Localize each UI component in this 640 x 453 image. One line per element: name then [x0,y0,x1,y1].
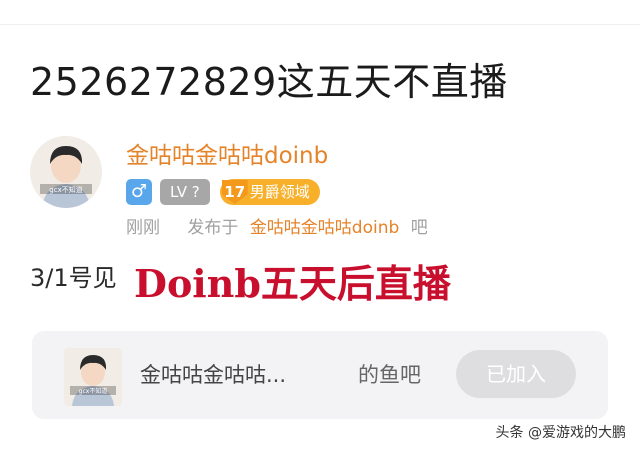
avatar-image: gcx不知道 [30,136,102,208]
post-body: 3/1号见 [30,264,117,292]
author-avatar[interactable]: gcx不知道 [30,136,102,208]
bar-suffix: 吧 [410,218,428,238]
watermark: 头条 @爱游戏的大鹏 [495,425,626,441]
joined-button[interactable]: 已加入 [456,350,576,398]
top-divider [0,24,640,25]
bar-link[interactable]: 金咕咕金咕咕doinb [250,218,399,238]
author-name[interactable]: 金咕咕金咕咕doinb [126,141,328,171]
level-badge: LV ? [160,179,210,205]
post-page: 2526272829这五天不直播 gcx不知道 金咕咕金咕咕doinb ♂ LV… [0,0,640,453]
published-in-label: 发布于 [187,218,239,238]
post-title: 2526272829这五天不直播 [30,60,508,104]
author-badges: ♂ LV ? 17 男爵领域 [126,179,320,205]
svg-text:gcx不知道: gcx不知道 [49,185,82,194]
svg-text:gcx不知道: gcx不知道 [79,387,108,395]
male-icon: ♂ [126,179,152,205]
rank-title: 男爵领域 [249,183,310,201]
forum-name: 金咕咕金咕咕... [140,363,287,387]
forum-avatar-image: gcx不知道 [64,348,122,406]
overlay-caption: Doinb五天后直播 [134,261,451,306]
forum-suffix: 的鱼吧 [358,363,421,387]
forum-card[interactable]: gcx不知道 金咕咕金咕咕... 的鱼吧 已加入 [32,331,608,419]
rank-badge: 17 男爵领域 [219,179,320,205]
rank-shield-icon: 17 [220,179,250,205]
post-meta: 刚刚 发布于 金咕咕金咕咕doinb 吧 [126,216,428,240]
post-time: 刚刚 [126,218,160,238]
forum-avatar: gcx不知道 [64,348,122,406]
